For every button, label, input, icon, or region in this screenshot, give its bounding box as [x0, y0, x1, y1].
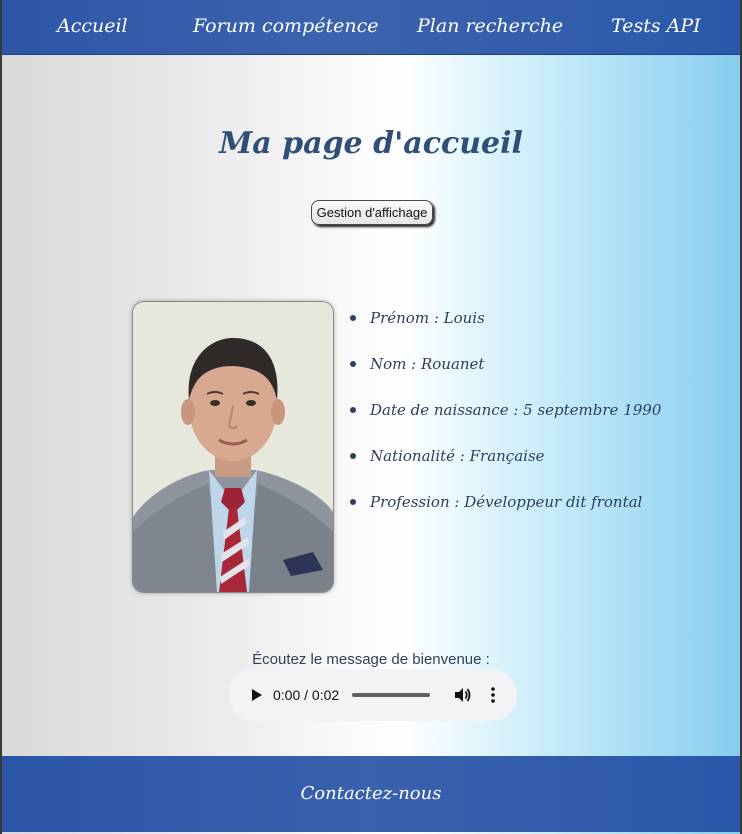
nav-link-plan-recherche[interactable]: Plan recherche	[417, 14, 563, 38]
nationality-text: Nationalité : Française	[370, 447, 545, 465]
footer: Contactez-nous	[2, 756, 740, 832]
profile-photo-portrait	[133, 302, 333, 592]
audio-player: 0:00 / 0:02	[229, 669, 517, 721]
profile-photo	[132, 301, 334, 593]
bullet-icon	[350, 453, 356, 459]
list-item: Prénom : Louis	[348, 306, 661, 330]
contact-link[interactable]: Contactez-nous	[2, 782, 740, 806]
bullet-icon	[350, 407, 356, 413]
volume-icon[interactable]	[452, 685, 472, 705]
display-settings-button[interactable]: Gestion d'affichage	[311, 200, 433, 225]
list-item: Nationalité : Française	[348, 444, 661, 468]
page-frame: Accueil Forum compétence Plan recherche …	[2, 0, 740, 834]
more-options-icon[interactable]	[483, 685, 503, 705]
page-title: Ma page d'accueil	[219, 126, 523, 162]
audio-time: 0:00 / 0:02	[273, 687, 340, 703]
profession-text: Profession : Développeur dit frontal	[370, 493, 643, 511]
list-item: Date de naissance : 5 septembre 1990	[348, 398, 661, 422]
nav-link-forum-competence[interactable]: Forum compétence	[193, 14, 378, 38]
play-icon[interactable]	[247, 686, 265, 704]
list-item: Profession : Développeur dit frontal	[348, 490, 661, 514]
birth-date-text: Date de naissance : 5 septembre 1990	[370, 401, 662, 419]
audio-caption: Écoutez le message de bienvenue :	[252, 651, 490, 668]
top-nav: Accueil Forum compétence Plan recherche …	[2, 0, 740, 55]
audio-progress-slider[interactable]	[352, 693, 430, 697]
bullet-icon	[350, 361, 356, 367]
last-name-text: Nom : Rouanet	[370, 355, 485, 373]
bullet-icon	[350, 499, 356, 505]
nav-link-tests-api[interactable]: Tests API	[611, 14, 701, 38]
profile-info-list: Prénom : Louis Nom : Rouanet Date de nai…	[348, 306, 661, 536]
first-name-text: Prénom : Louis	[370, 309, 485, 327]
bullet-icon	[350, 315, 356, 321]
nav-link-accueil[interactable]: Accueil	[57, 14, 128, 38]
list-item: Nom : Rouanet	[348, 352, 661, 376]
